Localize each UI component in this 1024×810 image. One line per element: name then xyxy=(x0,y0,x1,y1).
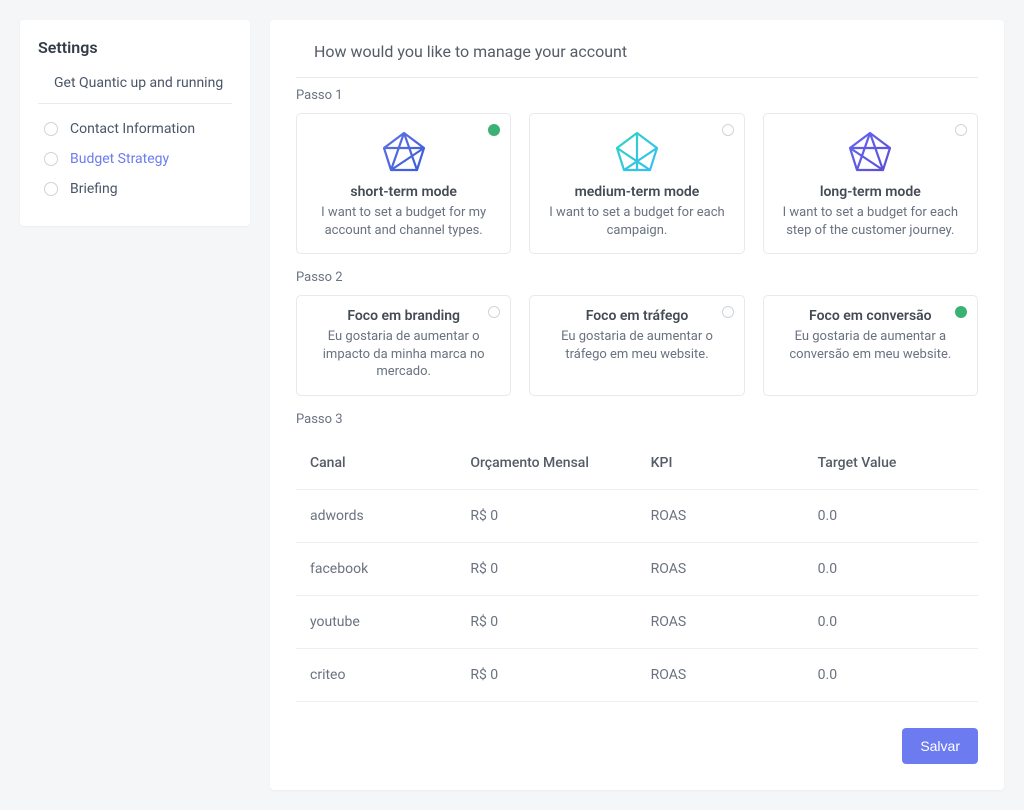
card-desc: Eu gostaria de aumentar o impacto da min… xyxy=(311,328,496,381)
cell-orcamento: R$ 0 xyxy=(470,561,650,577)
sidebar-item-contact-information[interactable]: Contact Information xyxy=(38,114,232,144)
col-header-orcamento: Orçamento Mensal xyxy=(470,455,650,471)
card-title: Foco em tráfego xyxy=(544,308,729,324)
sidebar-item-label: Briefing xyxy=(70,181,118,197)
table-row[interactable]: criteo R$ 0 ROAS 0.0 xyxy=(296,649,978,702)
sidebar-title: Settings xyxy=(38,38,232,57)
card-desc: Eu gostaria de aumentar a conversão em m… xyxy=(778,328,963,363)
cell-target: 0.0 xyxy=(818,614,978,630)
diamond-icon xyxy=(311,126,496,180)
card-desc: I want to set a budget for each campaign… xyxy=(544,204,729,239)
card-title: short-term mode xyxy=(311,184,496,200)
col-header-kpi: KPI xyxy=(651,455,818,471)
radio-icon xyxy=(44,182,58,196)
cell-canal: youtube xyxy=(310,614,470,630)
diamond-icon xyxy=(778,126,963,180)
step3-label: Passo 3 xyxy=(296,412,978,427)
cell-kpi: ROAS xyxy=(651,561,818,577)
cell-orcamento: R$ 0 xyxy=(470,667,650,683)
card-desc: Eu gostaria de aumentar o tráfego em meu… xyxy=(544,328,729,363)
radio-icon xyxy=(44,122,58,136)
selected-dot-icon xyxy=(488,124,500,136)
option-long-term[interactable]: long-term mode I want to set a budget fo… xyxy=(763,113,978,254)
radio-icon xyxy=(44,152,58,166)
card-title: Foco em conversão xyxy=(778,308,963,324)
cell-orcamento: R$ 0 xyxy=(470,614,650,630)
main-panel: How would you like to manage your accoun… xyxy=(270,20,1004,790)
sidebar-item-budget-strategy[interactable]: Budget Strategy xyxy=(38,144,232,174)
channels-table: Canal Orçamento Mensal KPI Target Value … xyxy=(296,437,978,702)
sidebar-item-label: Contact Information xyxy=(70,121,195,137)
footer: Salvar xyxy=(296,728,978,764)
option-foco-trafego[interactable]: Foco em tráfego Eu gostaria de aumentar … xyxy=(529,295,744,396)
table-header: Canal Orçamento Mensal KPI Target Value xyxy=(296,437,978,490)
step2-options: Foco em branding Eu gostaria de aumentar… xyxy=(296,295,978,396)
save-button[interactable]: Salvar xyxy=(902,728,978,764)
table-row[interactable]: adwords R$ 0 ROAS 0.0 xyxy=(296,490,978,543)
cell-target: 0.0 xyxy=(818,508,978,524)
cell-target: 0.0 xyxy=(818,667,978,683)
step1-label: Passo 1 xyxy=(296,88,978,103)
option-foco-branding[interactable]: Foco em branding Eu gostaria de aumentar… xyxy=(296,295,511,396)
card-title: Foco em branding xyxy=(311,308,496,324)
settings-sidebar: Settings Get Quantic up and running Cont… xyxy=(20,20,250,226)
card-title: long-term mode xyxy=(778,184,963,200)
sidebar-subtitle: Get Quantic up and running xyxy=(38,75,232,104)
option-foco-conversao[interactable]: Foco em conversão Eu gostaria de aumenta… xyxy=(763,295,978,396)
radio-icon xyxy=(488,306,500,318)
cell-canal: facebook xyxy=(310,561,470,577)
option-medium-term[interactable]: medium-term mode I want to set a budget … xyxy=(529,113,744,254)
step2-label: Passo 2 xyxy=(296,270,978,285)
radio-icon xyxy=(722,124,734,136)
card-desc: I want to set a budget for each step of … xyxy=(778,204,963,239)
card-desc: I want to set a budget for my account an… xyxy=(311,204,496,239)
table-row[interactable]: facebook R$ 0 ROAS 0.0 xyxy=(296,543,978,596)
cell-canal: criteo xyxy=(310,667,470,683)
cell-kpi: ROAS xyxy=(651,614,818,630)
radio-icon xyxy=(955,124,967,136)
sidebar-item-briefing[interactable]: Briefing xyxy=(38,174,232,204)
col-header-target: Target Value xyxy=(818,455,978,471)
table-row[interactable]: youtube R$ 0 ROAS 0.0 xyxy=(296,596,978,649)
step1-options: short-term mode I want to set a budget f… xyxy=(296,113,978,254)
card-title: medium-term mode xyxy=(544,184,729,200)
option-short-term[interactable]: short-term mode I want to set a budget f… xyxy=(296,113,511,254)
diamond-icon xyxy=(544,126,729,180)
cell-target: 0.0 xyxy=(818,561,978,577)
cell-canal: adwords xyxy=(310,508,470,524)
cell-kpi: ROAS xyxy=(651,508,818,524)
selected-dot-icon xyxy=(955,306,967,318)
cell-orcamento: R$ 0 xyxy=(470,508,650,524)
col-header-canal: Canal xyxy=(310,455,470,471)
cell-kpi: ROAS xyxy=(651,667,818,683)
page-title: How would you like to manage your accoun… xyxy=(296,42,978,78)
sidebar-item-label: Budget Strategy xyxy=(70,151,169,167)
radio-icon xyxy=(722,306,734,318)
